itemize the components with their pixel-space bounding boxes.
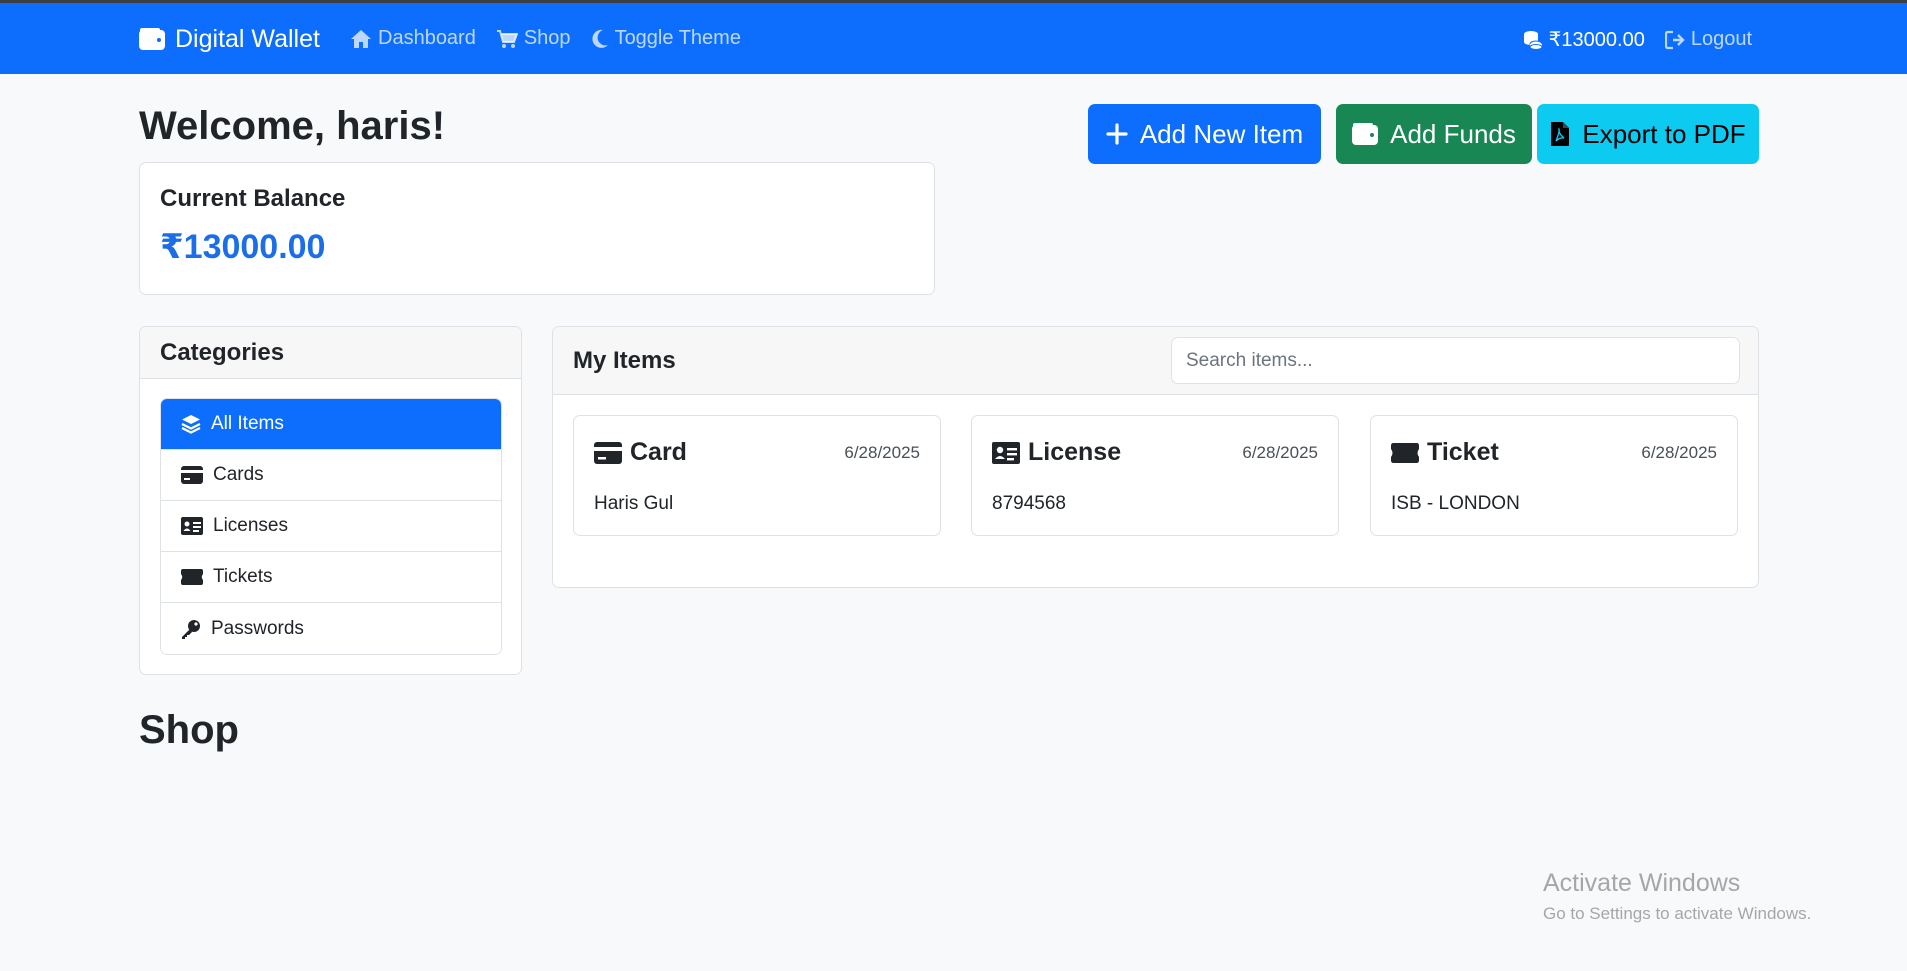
item-type: License	[1028, 438, 1122, 466]
nav-dashboard-label: Dashboard	[378, 27, 476, 49]
watermark-line-1: Activate Windows	[1543, 869, 1741, 897]
logout-link[interactable]: Logout	[1664, 27, 1752, 52]
item-card-ticket[interactable]: Ticket 6/28/2025 ISB - LONDON	[1370, 415, 1738, 536]
top-navbar: Digital Wallet Dashboard Shop Toggle The…	[0, 3, 1907, 74]
category-label: Cards	[213, 464, 264, 485]
credit-card-icon	[181, 466, 203, 484]
navbar-balance-amount: ₹13000.00	[1548, 29, 1645, 51]
category-passwords[interactable]: Passwords	[161, 603, 501, 654]
ticket-icon	[1391, 442, 1419, 463]
nav-toggle-theme[interactable]: Toggle Theme	[591, 27, 741, 50]
item-card-card[interactable]: Card 6/28/2025 Haris Gul	[573, 415, 941, 536]
add-new-item-button[interactable]: Add New Item	[1088, 104, 1321, 164]
item-card-license[interactable]: License 6/28/2025 8794568	[971, 415, 1339, 536]
item-value: Haris Gul	[594, 493, 674, 514]
category-label: Tickets	[213, 566, 273, 587]
id-card-icon	[181, 517, 203, 535]
wallet-icon	[139, 28, 165, 50]
category-tickets[interactable]: Tickets	[161, 552, 501, 603]
windows-activation-watermark: Activate Windows Go to Settings to activ…	[1543, 869, 1811, 924]
category-label: All Items	[211, 413, 284, 434]
categories-list: All Items Cards Licenses Tickets Passwor…	[160, 398, 502, 655]
category-all-items[interactable]: All Items	[161, 399, 501, 450]
ticket-icon	[181, 569, 203, 585]
item-title: Ticket	[1391, 438, 1499, 467]
add-funds-button[interactable]: Add Funds	[1336, 104, 1532, 164]
category-label: Licenses	[213, 515, 288, 536]
logout-icon	[1664, 30, 1685, 50]
nav-toggle-theme-label: Toggle Theme	[614, 27, 741, 49]
watermark-line-2: Go to Settings to activate Windows.	[1543, 904, 1812, 923]
item-value: 8794568	[992, 493, 1066, 514]
nav-dashboard[interactable]: Dashboard	[350, 27, 476, 50]
category-cards[interactable]: Cards	[161, 450, 501, 501]
item-date: 6/28/2025	[1242, 443, 1318, 462]
id-card-icon	[992, 441, 1020, 464]
my-items-card: My Items Card 6/28/2025 Haris Gul Licens…	[552, 326, 1759, 588]
navbar-balance: ₹13000.00	[1523, 27, 1645, 52]
nav-shop-label: Shop	[523, 27, 571, 49]
nav-shop[interactable]: Shop	[496, 27, 571, 50]
item-date: 6/28/2025	[844, 443, 920, 462]
layers-icon	[181, 414, 201, 434]
categories-title: Categories	[140, 327, 521, 379]
wallet-icon	[1352, 123, 1379, 145]
category-label: Passwords	[211, 617, 304, 639]
cart-icon	[496, 29, 518, 49]
export-pdf-button[interactable]: Export to PDF	[1537, 104, 1759, 164]
coins-icon	[1523, 30, 1543, 50]
pdf-file-icon	[1550, 121, 1570, 147]
item-date: 6/28/2025	[1641, 443, 1717, 462]
nav-links: Dashboard Shop Toggle Theme	[350, 27, 741, 50]
add-funds-label: Add Funds	[1390, 118, 1516, 149]
category-licenses[interactable]: Licenses	[161, 501, 501, 552]
brand-label: Digital Wallet	[175, 24, 320, 53]
my-items-header: My Items	[553, 327, 1758, 395]
home-icon	[350, 29, 372, 49]
add-new-item-label: Add New Item	[1139, 118, 1304, 149]
plus-icon	[1106, 123, 1128, 145]
item-title: License	[992, 438, 1121, 467]
my-items-title: My Items	[573, 347, 676, 374]
balance-card-label: Current Balance	[160, 185, 346, 212]
item-title: Card	[594, 438, 687, 467]
item-type: Card	[630, 438, 687, 466]
nav-right: ₹13000.00 Logout	[1523, 27, 1752, 52]
search-input[interactable]	[1171, 337, 1740, 384]
moon-icon	[591, 29, 609, 49]
balance-card: Current Balance ₹13000.00	[139, 162, 935, 295]
key-icon	[181, 619, 201, 639]
export-pdf-label: Export to PDF	[1582, 118, 1746, 149]
brand[interactable]: Digital Wallet	[139, 24, 320, 54]
shop-heading: Shop	[139, 708, 239, 752]
item-value: ISB - LONDON	[1391, 493, 1520, 514]
logout-label: Logout	[1690, 28, 1752, 50]
balance-card-amount: ₹13000.00	[160, 228, 326, 266]
categories-card: Categories All Items Cards Licenses Tick…	[139, 326, 522, 675]
item-type: Ticket	[1427, 438, 1499, 466]
credit-card-icon	[594, 441, 622, 464]
welcome-heading: Welcome, haris!	[139, 104, 446, 148]
